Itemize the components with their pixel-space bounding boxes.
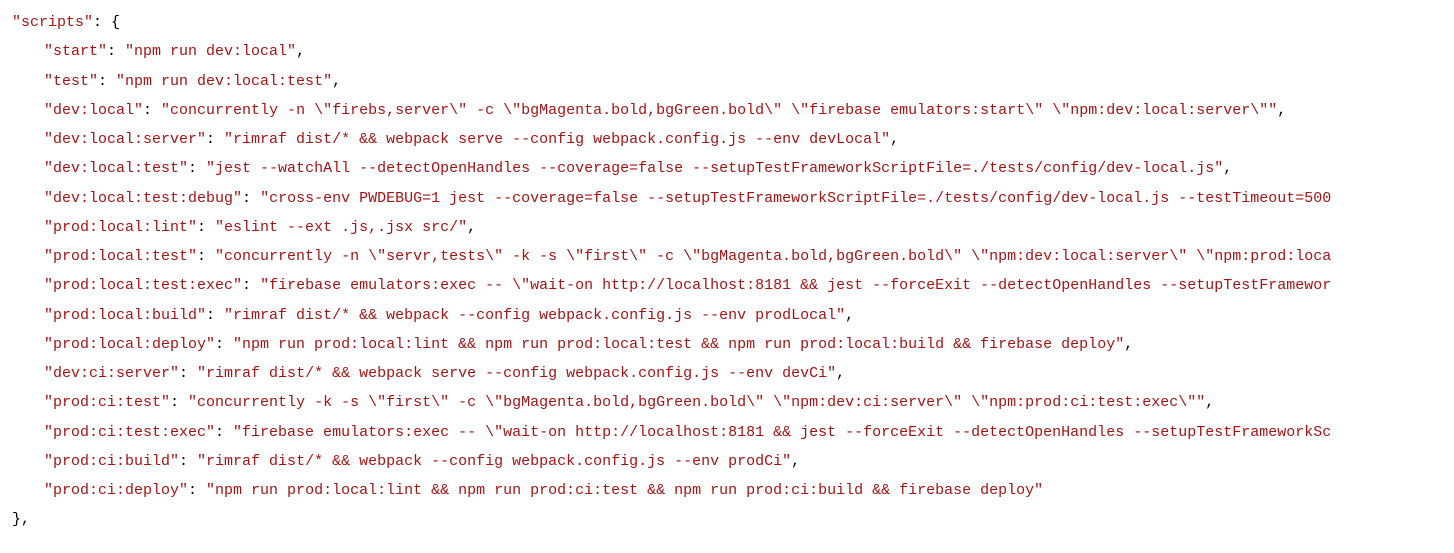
comma: , xyxy=(296,43,305,60)
colon: : xyxy=(179,365,197,382)
json-key: "prod:local:lint" xyxy=(44,219,197,236)
json-value: "rimraf dist/* && webpack serve --config… xyxy=(197,365,836,382)
comma: , xyxy=(845,307,854,324)
open-brace: : { xyxy=(93,14,120,31)
code-line: "dev:local:server": "rimraf dist/* && we… xyxy=(12,125,1454,154)
json-value: "npm run dev:local:test" xyxy=(116,73,332,90)
json-key: "prod:local:deploy" xyxy=(44,336,215,353)
code-line: "prod:ci:test": "concurrently -k -s \"fi… xyxy=(12,388,1454,417)
json-key: "dev:ci:server" xyxy=(44,365,179,382)
comma: , xyxy=(791,453,800,470)
json-value: "cross-env PWDEBUG=1 jest --coverage=fal… xyxy=(260,190,1331,207)
code-line: "test": "npm run dev:local:test", xyxy=(12,67,1454,96)
colon: : xyxy=(107,43,125,60)
scripts-close-line: }, xyxy=(12,505,1454,534)
json-key: "test" xyxy=(44,73,98,90)
json-key: "start" xyxy=(44,43,107,60)
json-value: "rimraf dist/* && webpack serve --config… xyxy=(224,131,890,148)
code-line: "prod:local:test": "concurrently -n \"se… xyxy=(12,242,1454,271)
scripts-key: "scripts" xyxy=(12,14,93,31)
colon: : xyxy=(98,73,116,90)
scripts-open-line: "scripts": { xyxy=(12,8,1454,37)
json-value: "concurrently -n \"servr,tests\" -k -s \… xyxy=(215,248,1331,265)
code-line: "dev:ci:server": "rimraf dist/* && webpa… xyxy=(12,359,1454,388)
code-block: "scripts": { "start": "npm run dev:local… xyxy=(12,8,1454,535)
colon: : xyxy=(215,336,233,353)
code-line: "prod:ci:deploy": "npm run prod:local:li… xyxy=(12,476,1454,505)
colon: : xyxy=(197,248,215,265)
json-key: "prod:local:test:exec" xyxy=(44,277,242,294)
code-line: "prod:local:deploy": "npm run prod:local… xyxy=(12,330,1454,359)
comma: , xyxy=(836,365,845,382)
colon: : xyxy=(143,102,161,119)
colon: : xyxy=(242,277,260,294)
code-line: "start": "npm run dev:local", xyxy=(12,37,1454,66)
colon: : xyxy=(197,219,215,236)
comma: , xyxy=(332,73,341,90)
json-key: "prod:local:build" xyxy=(44,307,206,324)
json-value: "concurrently -k -s \"first\" -c \"bgMag… xyxy=(188,394,1205,411)
close-brace: }, xyxy=(12,511,30,528)
json-key: "prod:ci:test" xyxy=(44,394,170,411)
json-key: "prod:ci:build" xyxy=(44,453,179,470)
json-value: "eslint --ext .js,.jsx src/" xyxy=(215,219,467,236)
comma: , xyxy=(1124,336,1133,353)
json-value: "firebase emulators:exec -- \"wait-on ht… xyxy=(260,277,1331,294)
json-value: "firebase emulators:exec -- \"wait-on ht… xyxy=(233,424,1331,441)
json-value: "concurrently -n \"firebs,server\" -c \"… xyxy=(161,102,1277,119)
json-value: "npm run dev:local" xyxy=(125,43,296,60)
comma: , xyxy=(467,219,476,236)
colon: : xyxy=(215,424,233,441)
code-line: "dev:local:test": "jest --watchAll --det… xyxy=(12,154,1454,183)
code-line: "prod:local:build": "rimraf dist/* && we… xyxy=(12,301,1454,330)
json-key: "dev:local" xyxy=(44,102,143,119)
comma: , xyxy=(1223,160,1232,177)
json-value: "npm run prod:local:lint && npm run prod… xyxy=(206,482,1043,499)
code-line: "dev:local": "concurrently -n \"firebs,s… xyxy=(12,96,1454,125)
code-line: "prod:local:test:exec": "firebase emulat… xyxy=(12,271,1454,300)
code-line: "prod:local:lint": "eslint --ext .js,.js… xyxy=(12,213,1454,242)
json-key: "dev:local:test:debug" xyxy=(44,190,242,207)
json-key: "prod:local:test" xyxy=(44,248,197,265)
json-key: "dev:local:test" xyxy=(44,160,188,177)
code-line: "dev:local:test:debug": "cross-env PWDEB… xyxy=(12,184,1454,213)
colon: : xyxy=(188,160,206,177)
entries-container: "start": "npm run dev:local","test": "np… xyxy=(12,37,1454,505)
json-key: "dev:local:server" xyxy=(44,131,206,148)
comma: , xyxy=(1277,102,1286,119)
colon: : xyxy=(206,307,224,324)
json-key: "prod:ci:deploy" xyxy=(44,482,188,499)
colon: : xyxy=(188,482,206,499)
comma: , xyxy=(1205,394,1214,411)
code-line: "prod:ci:build": "rimraf dist/* && webpa… xyxy=(12,447,1454,476)
colon: : xyxy=(242,190,260,207)
colon: : xyxy=(206,131,224,148)
json-key: "prod:ci:test:exec" xyxy=(44,424,215,441)
comma: , xyxy=(890,131,899,148)
json-value: "rimraf dist/* && webpack --config webpa… xyxy=(224,307,845,324)
code-line: "prod:ci:test:exec": "firebase emulators… xyxy=(12,418,1454,447)
colon: : xyxy=(179,453,197,470)
json-value: "npm run prod:local:lint && npm run prod… xyxy=(233,336,1124,353)
colon: : xyxy=(170,394,188,411)
json-value: "jest --watchAll --detectOpenHandles --c… xyxy=(206,160,1223,177)
json-value: "rimraf dist/* && webpack --config webpa… xyxy=(197,453,791,470)
